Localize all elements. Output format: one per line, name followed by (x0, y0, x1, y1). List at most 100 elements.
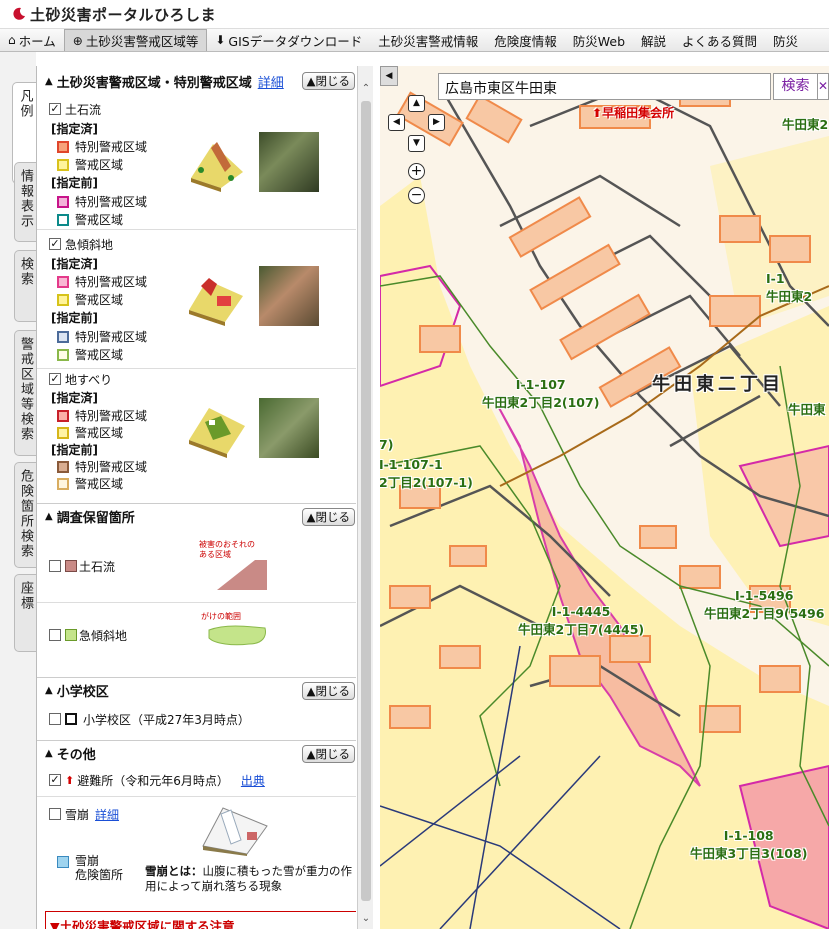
swatch (57, 409, 69, 422)
checkbox-checked[interactable]: ✓ (49, 103, 61, 115)
checkbox[interactable] (49, 808, 61, 820)
legend-item: 特別警戒区域 (57, 138, 147, 155)
zone-code: I-1 (766, 271, 785, 286)
nav-warning-info[interactable]: 土砂災害警戒情報 (370, 29, 486, 51)
zone-label[interactable]: I-1 牛田東2 (766, 271, 812, 305)
legend-item: 特別警戒区域 (57, 193, 147, 210)
tab-coordinates[interactable]: 座標 (14, 574, 36, 652)
predesignated-label: [指定前] (51, 443, 98, 457)
side-tabs: 凡例 情報表示 検索 警戒区域等検索 危険箇所検索 座標 (0, 52, 37, 929)
scroll-down-icon[interactable]: ⌄ (360, 913, 372, 925)
pending-debris-toggle[interactable]: 土石流 (49, 558, 115, 574)
pan-right-icon[interactable]: ▶ (428, 114, 445, 131)
download-icon: ⬇ (215, 33, 226, 47)
close-section-button[interactable]: ▲閉じる (301, 745, 355, 763)
pan-up-icon[interactable]: ▲ (408, 95, 425, 112)
nav-risk-info[interactable]: 危険度情報 (486, 29, 565, 51)
zone-label[interactable]: I-1-107-1 2丁目2(107-1) (380, 457, 473, 491)
school-district-toggle[interactable]: 小学校区（平成27年3月時点） (49, 711, 250, 727)
zone-label[interactable]: 牛田東2 (782, 114, 828, 133)
pending-debris-diagram-icon (217, 560, 267, 590)
avalanche-toggle[interactable]: 雪崩 詳細 (49, 806, 119, 822)
swatch (57, 293, 69, 306)
section-title: 土砂災害警戒区域・特別警戒区域 (56, 75, 252, 91)
swatch (57, 460, 69, 473)
nav-bousai[interactable]: 防災 (765, 29, 806, 51)
nav-bousai-web[interactable]: 防災Web (565, 29, 633, 51)
caution-notice[interactable]: ▼土砂災害警戒区域に関する注意 (45, 911, 356, 929)
group-name: 急傾斜地 (65, 237, 114, 252)
tab-hazard-search[interactable]: 危険箇所検索 (14, 462, 36, 568)
nav-faq[interactable]: よくある質問 (674, 29, 765, 51)
swatch (57, 856, 69, 868)
legend-label: 警戒区域 (75, 426, 124, 440)
detail-link[interactable]: 詳細 (95, 806, 119, 823)
checkbox[interactable] (49, 560, 61, 572)
landslide-photo (259, 398, 319, 458)
tab-info-display[interactable]: 情報表示 (14, 162, 36, 242)
steep-slope-diagram-icon (189, 278, 243, 326)
pan-down-icon[interactable]: ▼ (408, 135, 425, 152)
checkbox-checked[interactable]: ✓ (49, 774, 61, 786)
swatch (57, 330, 69, 343)
collapse-triangle-icon: ▲ (45, 511, 53, 522)
zone-label[interactable]: I-1-5496 牛田東2丁目9(5496 (704, 588, 824, 622)
close-section-button[interactable]: ▲閉じる (301, 508, 355, 526)
shelter-marker[interactable]: ⬆早稲田集会所 (592, 104, 674, 121)
debris-flow-toggle[interactable]: ✓ 土石流 (49, 101, 101, 117)
clear-search-button[interactable]: ✕ (818, 73, 829, 100)
nav-label: ホーム (18, 33, 56, 49)
steep-slope-toggle[interactable]: ✓ 急傾斜地 (49, 236, 113, 252)
nav-label: よくある質問 (682, 33, 758, 49)
app-header: 土砂災害ポータルひろしま (0, 0, 829, 29)
collapse-triangle-icon: ▲ (45, 748, 53, 759)
zone-name: 牛田東3丁目3(108) (690, 846, 808, 861)
cliff-range-caption: がけの範囲 (201, 612, 241, 621)
zone-label[interactable]: 7) (380, 437, 393, 452)
tab-label: 危険箇所検索 (18, 469, 33, 559)
checkbox-checked[interactable]: ✓ (49, 373, 61, 385)
shelter-icon: ⬆ (65, 773, 75, 787)
zone-label[interactable]: I-1-108 牛田東3丁目3(108) (690, 828, 807, 862)
checkbox-checked[interactable]: ✓ (49, 238, 61, 250)
checkbox[interactable] (49, 629, 61, 641)
legend-scrollbar[interactable]: ⌃ ⌄ (357, 66, 373, 929)
nav-explanation[interactable]: 解説 (633, 29, 674, 51)
app-title: 土砂災害ポータルひろしま (30, 5, 217, 24)
zoom-in-icon[interactable]: + (408, 163, 425, 180)
collapse-triangle-icon: ▲ (45, 685, 53, 696)
pending-slope-toggle[interactable]: 急傾斜地 (49, 627, 127, 643)
zone-name: 2丁目2(107-1) (380, 475, 473, 490)
map-search-button[interactable]: 検索 (773, 73, 818, 100)
tab-search[interactable]: 検索 (14, 250, 36, 322)
scroll-thumb[interactable] (361, 101, 371, 901)
shelter-name: 早稲田集会所 (602, 106, 675, 120)
nav-home[interactable]: ⌂ ホーム (0, 29, 64, 51)
close-section-button[interactable]: ▲閉じる (301, 72, 355, 90)
swatch (57, 158, 69, 171)
source-link[interactable]: 出典 (241, 772, 265, 789)
shelter-toggle[interactable]: ✓ ⬆ 避難所（令和元年6月時点） 出典 (49, 772, 265, 788)
detail-link[interactable]: 詳細 (258, 72, 284, 91)
zone-label[interactable]: I-1-107 牛田東2丁目2(107) (482, 377, 599, 411)
collapse-panel-icon[interactable]: ◀ (380, 66, 398, 86)
scroll-up-icon[interactable]: ⌃ (360, 83, 372, 95)
swatch (65, 629, 77, 641)
steep-slope-photo (259, 266, 319, 326)
map-view[interactable]: ⬆早稲田集会所 牛田東二丁目 I-1-107 牛田東2丁目2(107) I-1-1… (380, 66, 829, 929)
map-search-input[interactable]: 広島市東区牛田東 (438, 73, 771, 100)
nav-gis-download[interactable]: ⬇ GISデータダウンロード (207, 29, 370, 51)
tab-zone-search[interactable]: 警戒区域等検索 (14, 330, 36, 456)
close-section-button[interactable]: ▲閉じる (301, 682, 355, 700)
map-canvas[interactable] (380, 66, 829, 929)
zone-label[interactable]: I-1-4445 牛田東2丁目7(4445) (518, 604, 644, 638)
designated-label: [指定済] (51, 391, 98, 405)
landslide-toggle[interactable]: ✓ 地すべり (49, 371, 112, 387)
nav-sediment-zones[interactable]: ⊕ 土砂災害警戒区域等 (63, 29, 208, 51)
checkbox[interactable] (49, 713, 61, 725)
zoom-out-icon[interactable]: − (408, 187, 425, 204)
pan-left-icon[interactable]: ◀ (388, 114, 405, 131)
avalanche-area-legend: 雪崩 危険箇所 (57, 854, 123, 882)
zone-label[interactable]: 牛田東 (788, 399, 826, 418)
zone-name: 牛田東2丁目7(4445) (518, 622, 645, 637)
